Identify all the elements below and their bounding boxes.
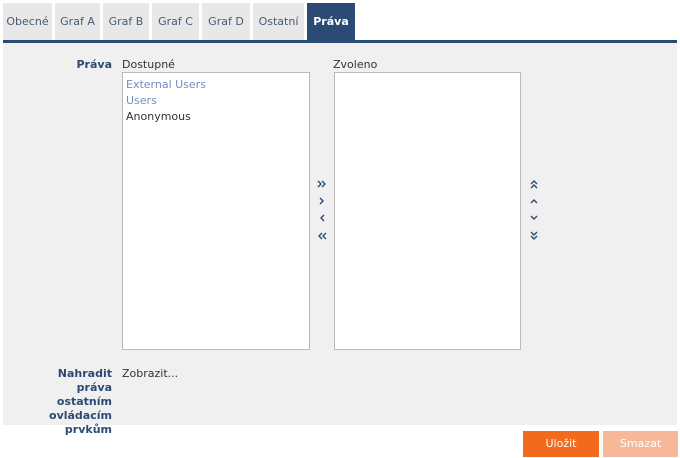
list-item-users[interactable]: Users — [126, 93, 157, 109]
save-button[interactable]: Uložit — [523, 431, 599, 457]
move-all-right-icon[interactable] — [315, 177, 329, 191]
tab-graf-a[interactable]: Graf A — [55, 3, 100, 40]
move-left-icon[interactable] — [315, 211, 329, 225]
replace-rights-label: Nahradit práva ostatním ovládacím prvkům — [23, 367, 112, 437]
available-label: Dostupné — [122, 58, 175, 71]
replace-rights-label-line: Nahradit práva — [57, 367, 112, 394]
tab-graf-c[interactable]: Graf C — [152, 3, 199, 40]
replace-rights-label-line: prvkům — [64, 423, 112, 436]
rights-panel: Práva Dostupné Zvoleno External Users Us… — [3, 43, 677, 436]
tab-graf-d[interactable]: Graf D — [202, 3, 250, 40]
move-top-icon[interactable] — [527, 177, 541, 191]
tab-prava[interactable]: Práva — [307, 3, 355, 40]
move-right-icon[interactable] — [315, 194, 329, 208]
show-link[interactable]: Zobrazit... — [122, 367, 178, 380]
list-item-external-users[interactable]: External Users — [126, 77, 206, 93]
available-listbox[interactable]: External Users Users Anonymous — [122, 72, 310, 350]
rights-label: Práva — [76, 58, 112, 71]
tab-graf-b[interactable]: Graf B — [103, 3, 149, 40]
move-down-icon[interactable] — [527, 211, 541, 225]
replace-rights-label-line: ovládacím — [49, 409, 112, 422]
selected-label: Zvoleno — [333, 58, 378, 71]
tab-ostatni[interactable]: Ostatní — [253, 3, 304, 40]
tab-bar: Obecné Graf A Graf B Graf C Graf D Ostat… — [3, 3, 358, 40]
tab-obecne[interactable]: Obecné — [3, 3, 52, 40]
move-bottom-icon[interactable] — [527, 229, 541, 243]
move-all-left-icon[interactable] — [315, 229, 329, 243]
list-item-anonymous[interactable]: Anonymous — [126, 109, 191, 125]
delete-button[interactable]: Smazat — [603, 431, 678, 457]
move-up-icon[interactable] — [527, 194, 541, 208]
replace-rights-label-line: ostatním — [56, 395, 112, 408]
selected-listbox[interactable] — [334, 72, 521, 350]
